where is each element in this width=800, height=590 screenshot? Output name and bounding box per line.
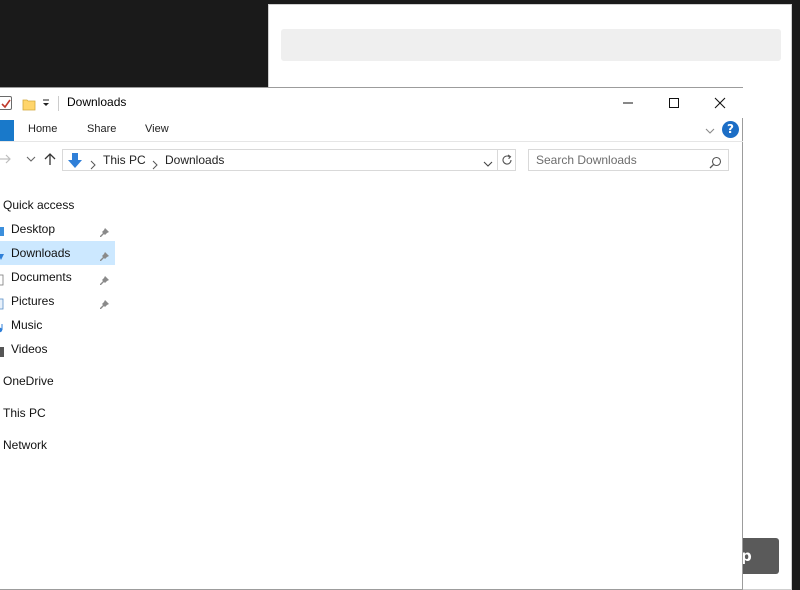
help-icon[interactable]: ? [722, 121, 739, 138]
desktop-icon [0, 223, 5, 236]
tab-view[interactable]: View [145, 123, 169, 135]
tab-share[interactable]: Share [87, 123, 116, 135]
window-title: Downloads [67, 95, 127, 109]
downloads-icon [0, 247, 5, 260]
nav-quick-access[interactable]: Quick access [3, 198, 74, 212]
search-input[interactable] [536, 153, 701, 167]
nav-item-videos[interactable]: Videos [0, 337, 115, 361]
address-history-chevron-icon[interactable] [482, 155, 494, 167]
music-icon [0, 319, 5, 333]
tab-file[interactable] [0, 120, 14, 141]
search-icon[interactable] [709, 154, 722, 169]
nav-item-documents[interactable]: Documents [0, 265, 115, 289]
forward-arrow-icon[interactable] [0, 151, 14, 165]
nav-item-label: Desktop [11, 222, 56, 236]
pin-icon[interactable] [99, 223, 110, 237]
nav-item-music[interactable]: Music [0, 313, 115, 337]
downloads-location-icon [66, 152, 84, 170]
pictures-icon [0, 295, 5, 310]
nav-network[interactable]: Network [3, 438, 47, 452]
title-separator [58, 96, 59, 111]
nav-this-pc[interactable]: This PC [3, 406, 46, 420]
nav-item-pictures[interactable]: Pictures [0, 289, 115, 313]
breadcrumb-downloads[interactable]: Downloads [165, 153, 224, 167]
file-explorer-window: Downloads Home Share View ? This PC Down… [0, 87, 743, 590]
documents-icon [0, 271, 5, 286]
new-folder-icon[interactable] [22, 96, 36, 111]
breadcrumb-this-pc[interactable]: This PC [103, 153, 146, 167]
background-window-button[interactable]: p [739, 538, 779, 574]
background-window-bar [281, 29, 781, 61]
search-box[interactable] [528, 149, 729, 171]
nav-item-label: Pictures [11, 294, 55, 308]
videos-icon [0, 343, 5, 357]
expand-ribbon-chevron-icon[interactable] [703, 123, 717, 137]
nav-onedrive[interactable]: OneDrive [3, 374, 54, 388]
pin-icon[interactable] [99, 271, 110, 285]
nav-item-desktop[interactable]: Desktop [0, 217, 115, 241]
properties-checkmark-icon[interactable] [0, 96, 12, 110]
nav-item-downloads[interactable]: Downloads [0, 241, 115, 265]
minimize-button[interactable] [605, 88, 651, 118]
breadcrumb-chevron-icon[interactable] [151, 155, 159, 170]
nav-item-label: Videos [11, 342, 48, 356]
refresh-icon [502, 154, 512, 165]
nav-item-label: Documents [11, 270, 72, 284]
pin-icon[interactable] [99, 247, 110, 261]
navigation-pane: Quick access Desktop Downloads Documents… [0, 188, 116, 488]
ribbon-tabs: Home Share View ? [0, 118, 743, 142]
navigation-bar: This PC Downloads [0, 145, 743, 173]
address-bar[interactable]: This PC Downloads [62, 149, 498, 171]
title-bar: Downloads [0, 88, 743, 118]
recent-locations-chevron-icon[interactable] [24, 151, 38, 165]
pin-icon[interactable] [99, 295, 110, 309]
nav-item-label: Downloads [11, 246, 71, 260]
tab-home[interactable]: Home [28, 123, 57, 135]
close-button[interactable] [697, 88, 743, 118]
refresh-button[interactable] [498, 149, 516, 171]
maximize-button[interactable] [651, 88, 697, 118]
breadcrumb-chevron-icon[interactable] [89, 155, 97, 170]
customize-toolbar-dropdown-icon[interactable] [41, 97, 51, 109]
nav-item-label: Music [11, 318, 43, 332]
up-arrow-icon[interactable] [43, 151, 57, 165]
